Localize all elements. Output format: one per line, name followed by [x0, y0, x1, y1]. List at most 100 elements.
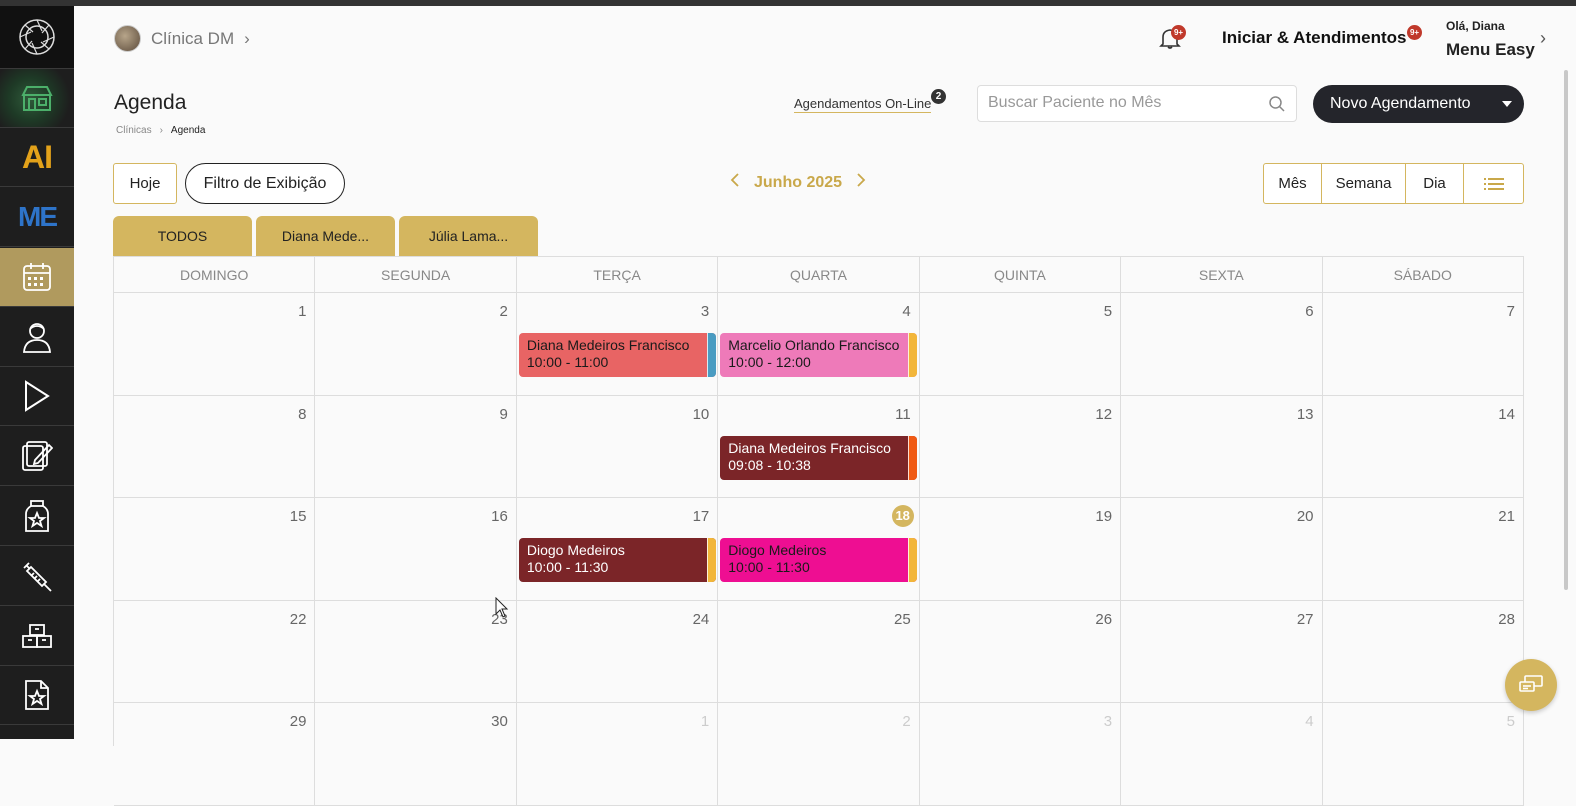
- patient-search[interactable]: [977, 85, 1297, 122]
- day-number[interactable]: 27: [1297, 611, 1314, 628]
- records-icon[interactable]: [0, 427, 74, 486]
- appointment-event[interactable]: Marcelio Orlando Francisco 10:00 - 12:00: [720, 333, 918, 377]
- calendar-day-cell[interactable]: 22: [114, 600, 316, 703]
- calendar-day-cell[interactable]: 19: [920, 498, 1122, 600]
- chevron-left-icon[interactable]: [730, 172, 740, 193]
- day-number[interactable]: 30: [491, 713, 508, 730]
- day-number[interactable]: 21: [1498, 508, 1515, 525]
- day-number[interactable]: 20: [1297, 508, 1314, 525]
- display-filter-button[interactable]: Filtro de Exibição: [185, 163, 345, 204]
- day-number[interactable]: 11: [895, 406, 911, 423]
- calendar-day-cell[interactable]: 21: [1323, 498, 1524, 600]
- appointment-event[interactable]: Diogo Medeiros 10:00 - 11:30: [518, 538, 716, 583]
- day-number[interactable]: 15: [290, 508, 307, 525]
- calendar-day-cell[interactable]: 6: [1121, 293, 1323, 395]
- calendar-day-cell[interactable]: 3: [920, 703, 1122, 805]
- day-number[interactable]: 5: [1507, 713, 1515, 730]
- calendar-icon[interactable]: [0, 248, 74, 307]
- day-number[interactable]: 4: [1305, 713, 1313, 730]
- calendar-day-cell[interactable]: 5: [1323, 703, 1524, 805]
- day-number[interactable]: 19: [1095, 508, 1112, 525]
- calendar-day-cell[interactable]: 26: [920, 600, 1122, 703]
- calendar-day-cell[interactable]: 20: [1121, 498, 1323, 600]
- view-day-button[interactable]: Dia: [1406, 164, 1464, 203]
- menu-easy-button[interactable]: Menu Easy: [1446, 40, 1535, 60]
- calendar-day-cell[interactable]: 16: [315, 498, 517, 600]
- appointment-event[interactable]: Diana Medeiros Francisco 09:08 - 10:38: [720, 435, 918, 480]
- today-button[interactable]: Hoje: [113, 163, 177, 204]
- calendar-day-cell[interactable]: 29: [114, 703, 316, 805]
- day-number[interactable]: 10: [693, 406, 710, 423]
- search-icon[interactable]: [1268, 95, 1286, 113]
- calendar-day-cell[interactable]: 9: [315, 395, 517, 498]
- tab-todos[interactable]: TODOS: [113, 216, 252, 256]
- clinic-selector[interactable]: Clínica DM ›: [114, 25, 250, 52]
- day-number[interactable]: 26: [1095, 611, 1112, 628]
- day-number[interactable]: 8: [298, 406, 306, 423]
- calendar-day-cell[interactable]: 30: [315, 703, 517, 805]
- calendar-day-cell[interactable]: 27: [1121, 600, 1323, 703]
- today-day-number[interactable]: 18: [891, 505, 914, 528]
- day-number[interactable]: 29: [290, 713, 307, 730]
- calendar-day-cell[interactable]: 5: [920, 293, 1122, 395]
- day-number[interactable]: 28: [1498, 611, 1515, 628]
- calendar-day-cell[interactable]: 1: [114, 293, 316, 395]
- day-number[interactable]: 2: [500, 303, 508, 320]
- day-number[interactable]: 5: [1104, 303, 1112, 320]
- calendar-day-cell[interactable]: 14: [1323, 395, 1524, 498]
- calendar-day-cell[interactable]: 2: [718, 703, 920, 805]
- calendar-day-cell[interactable]: 13: [1121, 395, 1323, 498]
- boxes-icon[interactable]: [0, 607, 74, 666]
- calendar-day-cell[interactable]: 4 Marcelio Orlando Francisco 10:00 - 12:00: [718, 293, 920, 395]
- appointment-event[interactable]: Diana Medeiros Francisco 10:00 - 11:00: [518, 333, 716, 377]
- day-number[interactable]: 4: [902, 303, 910, 320]
- calendar-day-cell[interactable]: 7: [1323, 293, 1524, 395]
- tab-julia[interactable]: Júlia Lama...: [399, 216, 538, 256]
- calendar-day-cell[interactable]: 18 Diogo Medeiros 10:00 - 11:30: [718, 498, 920, 600]
- view-week-button[interactable]: Semana: [1322, 164, 1406, 203]
- calendar-day-cell[interactable]: 12: [920, 395, 1122, 498]
- appointment-event[interactable]: Diogo Medeiros 10:00 - 11:30: [720, 538, 918, 583]
- day-number[interactable]: 13: [1297, 406, 1314, 423]
- day-number[interactable]: 17: [693, 508, 710, 525]
- novo-agendamento-button[interactable]: Novo Agendamento: [1313, 85, 1524, 123]
- view-list-button[interactable]: [1464, 164, 1523, 203]
- iniciar-atendimentos-button[interactable]: Iniciar & Atendimentos: [1222, 28, 1407, 48]
- certificate-icon[interactable]: [0, 666, 74, 725]
- breadcrumb-clinicas[interactable]: Clínicas: [116, 125, 152, 136]
- calendar-day-cell[interactable]: 3 Diana Medeiros Francisco 10:00 - 11:00: [517, 293, 719, 395]
- logo-icon[interactable]: [0, 6, 74, 69]
- tab-diana[interactable]: Diana Mede...: [256, 216, 395, 256]
- day-number[interactable]: 3: [701, 303, 709, 320]
- calendar-day-cell[interactable]: 28: [1323, 600, 1524, 703]
- calendar-day-cell[interactable]: 15: [114, 498, 316, 600]
- day-number[interactable]: 1: [701, 713, 709, 730]
- calendar-day-cell[interactable]: 17 Diogo Medeiros 10:00 - 11:30: [517, 498, 719, 600]
- day-number[interactable]: 24: [693, 611, 710, 628]
- syringe-icon[interactable]: [0, 547, 74, 606]
- notifications-button[interactable]: 9+: [1158, 25, 1186, 55]
- day-number[interactable]: 2: [902, 713, 910, 730]
- calendar-day-cell[interactable]: 1: [517, 703, 719, 805]
- calendar-day-cell[interactable]: 25: [718, 600, 920, 703]
- calendar-day-cell[interactable]: 24: [517, 600, 719, 703]
- store-icon[interactable]: [0, 69, 74, 128]
- day-number[interactable]: 16: [491, 508, 508, 525]
- page-scrollbar[interactable]: [1564, 70, 1568, 590]
- chat-fab-button[interactable]: [1505, 659, 1557, 711]
- play-icon[interactable]: [0, 367, 74, 426]
- calendar-day-cell[interactable]: 11 Diana Medeiros Francisco 09:08 - 10:38: [718, 395, 920, 498]
- calendar-day-cell[interactable]: 23: [315, 600, 517, 703]
- day-number[interactable]: 9: [500, 406, 508, 423]
- day-number[interactable]: 1: [298, 303, 306, 320]
- me-icon[interactable]: ME: [0, 188, 74, 247]
- day-number[interactable]: 3: [1104, 713, 1112, 730]
- day-number[interactable]: 25: [894, 611, 911, 628]
- calendar-day-cell[interactable]: 10: [517, 395, 719, 498]
- caret-down-icon[interactable]: [1502, 101, 1512, 107]
- ai-icon[interactable]: AI: [0, 128, 74, 187]
- calendar-day-cell[interactable]: 2: [315, 293, 517, 395]
- search-input[interactable]: [988, 94, 1258, 112]
- chevron-right-icon[interactable]: [856, 172, 866, 193]
- view-month-button[interactable]: Mês: [1264, 164, 1322, 203]
